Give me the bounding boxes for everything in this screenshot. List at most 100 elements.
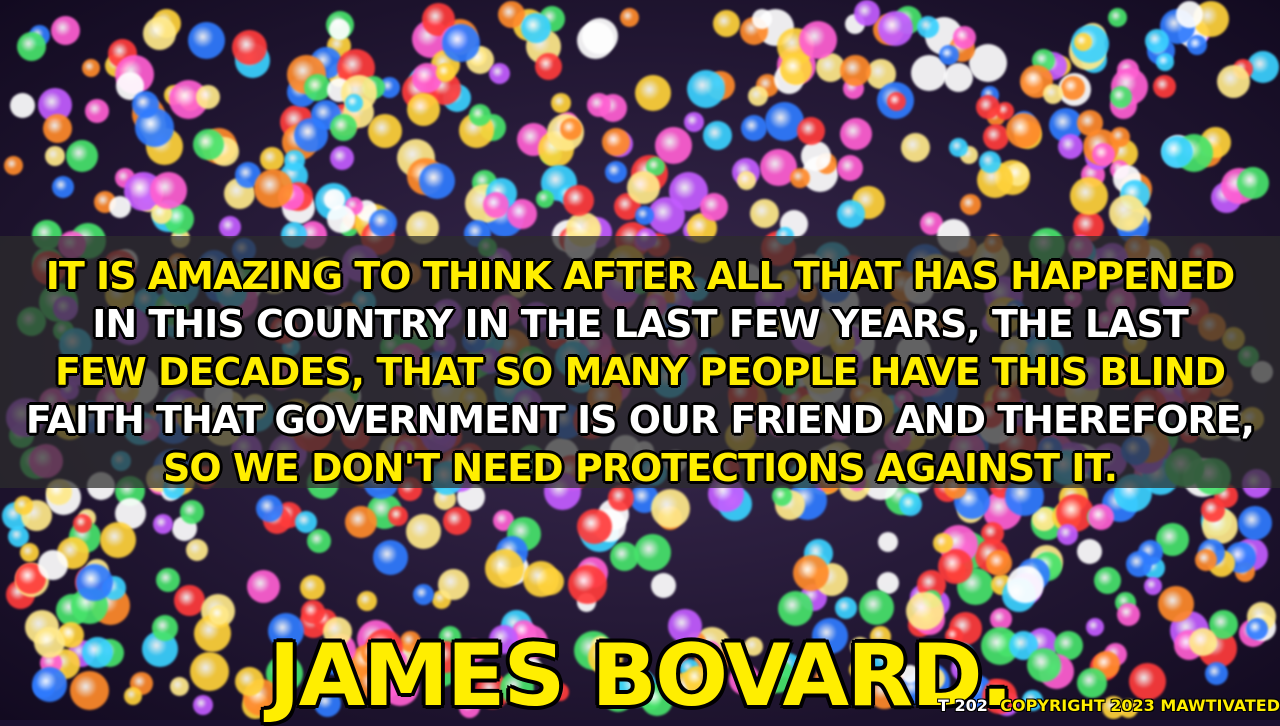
bokeh-light-dot bbox=[1187, 35, 1207, 55]
bokeh-light-dot bbox=[568, 565, 607, 604]
bokeh-light-dot bbox=[582, 18, 618, 54]
bokeh-light-dot bbox=[790, 168, 810, 188]
bokeh-light-dot bbox=[85, 99, 109, 123]
bokeh-light-dot bbox=[979, 151, 1001, 173]
bokeh-light-dot bbox=[878, 532, 898, 552]
bokeh-light-dot bbox=[1058, 134, 1083, 159]
bokeh-light-dot bbox=[933, 533, 953, 553]
bokeh-light-dot bbox=[1126, 551, 1152, 577]
bokeh-light-dot bbox=[1074, 33, 1092, 51]
bokeh-light-dot bbox=[43, 114, 72, 143]
quote-line-5: SO WE DON'T NEED PROTECTIONS AGAINST IT. bbox=[162, 446, 1118, 490]
bokeh-light-dot bbox=[196, 85, 220, 109]
bokeh-light-dot bbox=[330, 146, 354, 170]
bokeh-light-dot bbox=[20, 543, 39, 562]
bokeh-light-dot bbox=[438, 569, 469, 600]
bokeh-light-dot bbox=[687, 70, 725, 108]
bokeh-light-dot bbox=[76, 564, 113, 601]
bokeh-light-dot bbox=[602, 128, 630, 156]
bokeh-light-dot bbox=[1144, 577, 1162, 595]
bokeh-light-dot bbox=[193, 129, 224, 160]
bokeh-light-dot bbox=[953, 26, 976, 49]
quote-line-4: FAITH THAT GOVERNMENT IS OUR FRIEND AND … bbox=[25, 398, 1255, 442]
bokeh-light-dot bbox=[938, 549, 973, 584]
bokeh-light-dot bbox=[917, 16, 939, 38]
bokeh-light-dot bbox=[307, 529, 331, 553]
bokeh-light-dot bbox=[66, 140, 98, 172]
bokeh-light-dot bbox=[906, 592, 944, 630]
bokeh-light-dot bbox=[1176, 1, 1203, 28]
bokeh-light-dot bbox=[369, 209, 397, 237]
bokeh-light-dot bbox=[1161, 136, 1193, 168]
bokeh-light-dot bbox=[635, 206, 654, 225]
bokeh-light-dot bbox=[406, 514, 441, 549]
bokeh-light-dot bbox=[1007, 566, 1044, 603]
bokeh-light-dot bbox=[536, 190, 554, 208]
bokeh-light-dot bbox=[4, 156, 23, 175]
bokeh-light-dot bbox=[1110, 86, 1132, 108]
bokeh-light-dot bbox=[949, 138, 968, 157]
bokeh-light-dot bbox=[1088, 504, 1114, 530]
bokeh-light-dot bbox=[156, 568, 180, 592]
bokeh-light-dot bbox=[1110, 127, 1130, 147]
bokeh-light-dot bbox=[301, 600, 325, 624]
bokeh-light-dot bbox=[38, 550, 68, 580]
bokeh-light-dot bbox=[469, 104, 491, 126]
copyright-text: COPYRIGHT 2023 MAWTIVATED bbox=[1000, 696, 1280, 715]
bokeh-light-dot bbox=[82, 59, 100, 77]
bokeh-light-dot bbox=[960, 194, 981, 215]
bokeh-light-dot bbox=[752, 9, 772, 29]
bokeh-light-dot bbox=[878, 11, 913, 46]
bokeh-light-dot bbox=[1238, 506, 1272, 540]
bokeh-light-dot bbox=[1043, 84, 1063, 104]
bokeh-light-dot bbox=[780, 53, 812, 85]
bokeh-light-dot bbox=[100, 522, 136, 558]
bokeh-light-dot bbox=[535, 53, 562, 80]
bokeh-light-dot bbox=[563, 185, 594, 216]
bokeh-light-dot bbox=[1070, 177, 1108, 215]
bokeh-light-dot bbox=[1217, 65, 1250, 98]
bokeh-light-dot bbox=[150, 172, 187, 209]
bokeh-light-dot bbox=[684, 112, 704, 132]
bokeh-light-dot bbox=[180, 500, 204, 524]
bokeh-light-dot bbox=[295, 511, 317, 533]
bokeh-light-dot bbox=[300, 575, 325, 600]
bokeh-light-dot bbox=[73, 514, 92, 533]
bokeh-light-dot bbox=[345, 94, 363, 112]
bokeh-light-dot bbox=[132, 91, 159, 118]
bokeh-light-dot bbox=[778, 591, 813, 626]
bokeh-light-dot bbox=[523, 561, 559, 597]
bokeh-light-dot bbox=[635, 75, 671, 111]
bokeh-light-dot bbox=[793, 555, 829, 591]
bokeh-light-dot bbox=[14, 496, 33, 515]
bokeh-light-dot bbox=[655, 127, 692, 164]
bokeh-light-dot bbox=[254, 169, 293, 208]
bokeh-light-dot bbox=[854, 0, 880, 26]
bokeh-light-dot bbox=[109, 196, 131, 218]
bokeh-light-dot bbox=[797, 117, 825, 145]
bokeh-light-dot bbox=[837, 200, 865, 228]
bokeh-light-dot bbox=[901, 133, 930, 162]
quote-line-3: FEW DECADES, THAT SO MANY PEOPLE HAVE TH… bbox=[54, 350, 1226, 394]
bokeh-light-dot bbox=[232, 30, 267, 65]
copyright-overlap-text: T 202 bbox=[938, 696, 988, 715]
bokeh-light-dot bbox=[741, 115, 767, 141]
bokeh-light-dot bbox=[1201, 498, 1225, 522]
bokeh-light-dot bbox=[419, 163, 455, 199]
bokeh-light-dot bbox=[837, 155, 863, 181]
bokeh-light-dot bbox=[256, 495, 283, 522]
bokeh-light-dot bbox=[345, 506, 377, 538]
bokeh-light-dot bbox=[1077, 110, 1103, 136]
bokeh-light-dot bbox=[188, 22, 225, 59]
bokeh-light-dot bbox=[485, 549, 524, 588]
bokeh-light-dot bbox=[388, 506, 408, 526]
bokeh-light-dot bbox=[219, 216, 241, 238]
bokeh-light-dot bbox=[1237, 167, 1269, 199]
bokeh-light-dot bbox=[368, 114, 402, 148]
bokeh-light-dot bbox=[1158, 586, 1194, 622]
bokeh-light-dot bbox=[748, 86, 768, 106]
bokeh-light-dot bbox=[801, 141, 831, 171]
bokeh-light-dot bbox=[986, 550, 1012, 576]
bokeh-light-dot bbox=[153, 514, 173, 534]
bokeh-light-dot bbox=[840, 55, 871, 86]
